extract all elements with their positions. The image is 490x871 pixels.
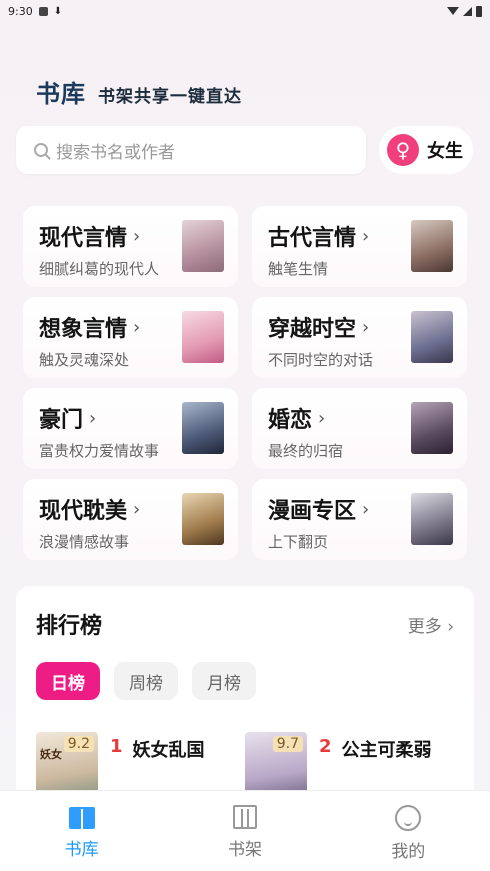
chevron-right-icon: › [89,407,97,429]
category-cover-image [182,493,224,545]
download-icon: ⬇ [53,5,63,17]
chevron-right-icon: › [133,498,141,520]
search-icon [34,143,48,157]
tab-label: 我的 [391,842,426,862]
tab-profile[interactable]: 我的 [327,791,490,871]
category-card[interactable]: 现代言情 › 细腻纠葛的现代人 [23,206,238,287]
ranking-tabs: 日榜 周榜 月榜 [36,662,454,700]
category-grid: 现代言情 › 细腻纠葛的现代人 古代言情 › 触笔生情 想象言情 › 触及灵魂深处 穿… [23,206,467,560]
category-card[interactable]: 婚恋 › 最终的归宿 [252,388,467,469]
status-bar: 9:30 ⬇ [0,0,490,22]
battery-icon [476,5,482,17]
category-title: 豪门 [39,408,84,433]
app-logo: 书库 [36,80,86,108]
gender-label: 女生 [427,141,463,162]
search-input[interactable]: 搜索书名或作者 [16,126,366,174]
book-score-badge: 9.7 [272,736,303,752]
chevron-right-icon: › [362,316,370,338]
category-title: 古代言情 [268,226,357,251]
cover-title-text: 妖女 [40,748,62,761]
chevron-right-icon: › [362,225,370,247]
female-icon: ♀ [387,134,419,166]
ranking-panel: 排行榜 更多 › 日榜 周榜 月榜 妖女 9.2 1 妖女乱国 9.7 2 公主… [16,586,474,816]
tab-bookshelf[interactable]: 书架 [163,791,326,871]
tab-label: 书架 [227,840,262,860]
chevron-right-icon: › [133,316,141,338]
category-title: 婚恋 [268,408,313,433]
category-card[interactable]: 古代言情 › 触笔生情 [252,206,467,287]
chevron-right-icon: › [447,616,454,637]
notification-icon [38,6,48,16]
wifi-icon [447,7,459,15]
tab-monthly[interactable]: 月榜 [192,662,256,700]
category-title: 现代耽美 [39,499,128,524]
category-card[interactable]: 想象言情 › 触及灵魂深处 [23,297,238,378]
category-cover-image [411,311,453,363]
category-cover-image [182,311,224,363]
bookshelf-icon [232,805,257,829]
ranking-title: 排行榜 [36,614,103,639]
signal-icon [463,6,472,16]
tab-library[interactable]: 书库 [0,791,163,871]
category-title: 漫画专区 [268,499,357,524]
category-title: 穿越时空 [268,317,357,342]
ranking-more-link[interactable]: 更多 › [408,612,454,637]
tab-label: 书库 [64,840,99,860]
profile-icon [395,805,422,831]
category-card[interactable]: 穿越时空 › 不同时空的对话 [252,297,467,378]
search-placeholder: 搜索书名或作者 [56,142,175,163]
gender-toggle-button[interactable]: ♀ 女生 [379,126,473,174]
category-title: 想象言情 [39,317,128,342]
category-title: 现代言情 [39,226,128,251]
tab-daily[interactable]: 日榜 [36,662,100,700]
chevron-right-icon: › [133,225,141,247]
category-card[interactable]: 现代耽美 › 浪漫情感故事 [23,479,238,560]
category-cover-image [411,220,453,272]
bottom-tab-bar: 书库 书架 我的 [0,790,490,871]
status-time: 9:30 [8,4,33,18]
category-cover-image [411,493,453,545]
page-header: 书库 书架共享一键直达 [36,74,242,109]
chevron-right-icon: › [318,407,326,429]
tab-weekly[interactable]: 周榜 [114,662,178,700]
category-card[interactable]: 豪门 › 富贵权力爱情故事 [23,388,238,469]
category-cover-image [411,402,453,454]
category-card[interactable]: 漫画专区 › 上下翻页 [252,479,467,560]
book-score-badge: 9.2 [63,736,94,752]
chevron-right-icon: › [362,498,370,520]
category-cover-image [182,402,224,454]
header-slogan: 书架共享一键直达 [98,87,242,107]
category-cover-image [182,220,224,272]
library-icon [68,807,95,831]
ranking-more-label: 更多 [407,616,442,637]
